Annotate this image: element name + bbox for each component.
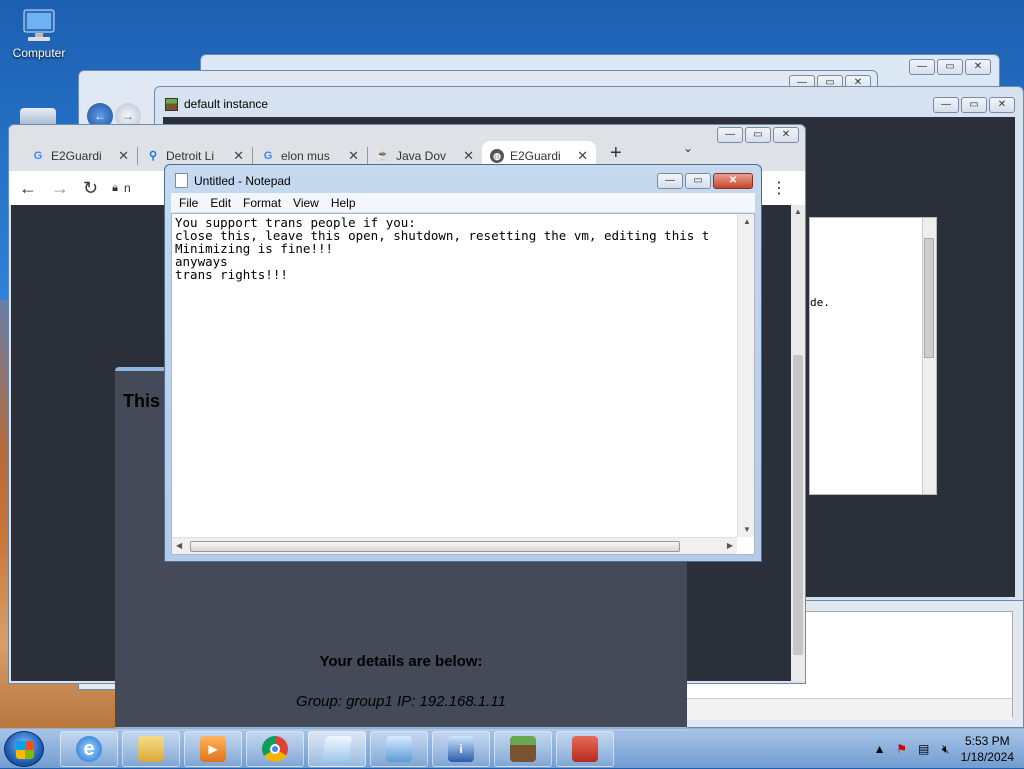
minecraft-window-title: default instance xyxy=(165,97,268,111)
notepad-title: Untitled - Notepad xyxy=(194,173,291,188)
notepad-icon xyxy=(175,173,188,188)
maximize-button[interactable]: ▭ xyxy=(685,173,711,189)
tab-e2guardian-1[interactable]: G E2Guardi ✕ xyxy=(23,141,137,171)
system-tray: ▲ ⚑ ▤ 🔇︎ 5:53 PM 1/18/2024 xyxy=(873,729,1014,769)
desktop-icon-label: Computer xyxy=(12,46,66,60)
close-tab-icon[interactable]: ✕ xyxy=(577,148,588,164)
scroll-left-arrow-icon[interactable]: ◀ xyxy=(176,541,182,550)
globe-icon: ◍ xyxy=(490,149,504,163)
page-heading: This xyxy=(123,391,161,411)
network-icon[interactable]: ▤ xyxy=(917,742,931,756)
close-button[interactable]: ✕ xyxy=(989,97,1015,113)
notepad-vertical-scrollbar[interactable]: ▲ ▼ xyxy=(737,214,754,537)
address-bar[interactable]: 🔒︎ n xyxy=(112,181,131,195)
taskbar-toolbox[interactable] xyxy=(556,731,614,767)
show-hidden-icons-icon[interactable]: ▲ xyxy=(873,742,887,756)
toolbox-icon xyxy=(572,736,598,762)
details-heading: Your details are below: xyxy=(319,653,483,670)
taskbar-file-explorer[interactable] xyxy=(122,731,180,767)
scroll-down-arrow-icon[interactable]: ▼ xyxy=(743,525,751,534)
close-button[interactable]: ✕ xyxy=(965,59,991,75)
folder-icon xyxy=(138,736,164,762)
taskbar-notepad[interactable] xyxy=(308,731,366,767)
notepad-title-bar: Untitled - Notepad xyxy=(175,173,291,188)
minecraft-window-controls: — ▭ ✕ xyxy=(933,97,1015,113)
scroll-thumb[interactable] xyxy=(924,238,934,358)
desktop-icon-computer[interactable]: Computer xyxy=(4,8,74,60)
notepad-menu-bar: File Edit Format View Help xyxy=(171,193,755,213)
menu-edit[interactable]: Edit xyxy=(204,196,237,210)
clock-time: 5:53 PM xyxy=(964,734,1010,748)
forward-arrow-icon[interactable]: → xyxy=(51,178,69,199)
computer-icon xyxy=(18,8,60,44)
scroll-thumb[interactable] xyxy=(190,541,680,552)
menu-file[interactable]: File xyxy=(173,196,204,210)
google-icon: G xyxy=(33,150,43,162)
background-window-controls: — ▭ ✕ xyxy=(909,59,991,75)
notepad-icon xyxy=(321,736,353,762)
menu-view[interactable]: View xyxy=(287,196,325,210)
close-tab-icon[interactable]: ✕ xyxy=(348,148,359,164)
back-arrow-icon[interactable]: ← xyxy=(19,178,37,199)
group-ip-text: Group: group1 IP: 192.168.1.11 xyxy=(296,693,506,710)
notepad-horizontal-scrollbar[interactable]: ◀ ▶ xyxy=(172,537,737,554)
notepad-window[interactable]: Untitled - Notepad — ▭ ✕ File Edit Forma… xyxy=(164,164,762,562)
clock[interactable]: 5:53 PM 1/18/2024 xyxy=(961,733,1014,765)
internet-explorer-icon: e xyxy=(76,736,102,762)
notepad-edit-area[interactable]: You support trans people if you: close t… xyxy=(171,213,755,555)
scroll-up-arrow-icon[interactable]: ▲ xyxy=(743,217,751,226)
minimize-button[interactable]: — xyxy=(657,173,683,189)
chrome-icon xyxy=(262,736,288,762)
taskbar-media-player[interactable]: ▶ xyxy=(184,731,242,767)
close-button[interactable]: ✕ xyxy=(713,173,753,189)
close-tab-icon[interactable]: ✕ xyxy=(463,148,474,164)
log-scrollbar[interactable] xyxy=(922,218,936,494)
minecraft-log-panel: de. xyxy=(809,217,937,495)
minecraft-icon xyxy=(510,736,536,762)
maximize-button[interactable]: ▭ xyxy=(961,97,987,113)
maximize-button[interactable]: ▭ xyxy=(937,59,963,75)
reload-icon[interactable]: ↻ xyxy=(83,178,98,199)
minecraft-icon xyxy=(165,97,178,111)
java-icon: ☕ xyxy=(376,150,390,162)
scroll-right-arrow-icon[interactable]: ▶ xyxy=(727,541,733,550)
address-text: n xyxy=(123,181,131,195)
close-tab-icon[interactable]: ✕ xyxy=(233,148,244,164)
action-center-flag-icon[interactable]: ⚑ xyxy=(895,742,909,756)
windows-logo-icon xyxy=(16,741,34,759)
page-scrollbar[interactable]: ▲ xyxy=(791,205,805,681)
volume-muted-icon[interactable]: 🔇︎ xyxy=(939,742,953,756)
lock-icon: 🔒︎ xyxy=(112,181,118,194)
taskbar: e ▶ i ▲ ⚑ ▤ 🔇︎ 5:53 PM 1/18/2024 xyxy=(0,728,1024,768)
menu-kebab-icon[interactable]: ⋮ xyxy=(771,178,787,198)
menu-format[interactable]: Format xyxy=(237,196,287,210)
tab-search-chevron-icon[interactable]: ⌄ xyxy=(683,141,693,155)
menu-help[interactable]: Help xyxy=(325,196,362,210)
log-text-fragment: de. xyxy=(810,296,830,309)
search-icon: ⚲ xyxy=(148,150,158,162)
scroll-up-arrow-icon[interactable]: ▲ xyxy=(794,207,802,216)
taskbar-info[interactable]: i xyxy=(432,731,490,767)
close-tab-icon[interactable]: ✕ xyxy=(118,148,129,164)
taskbar-minecraft[interactable] xyxy=(494,731,552,767)
taskbar-internet-explorer[interactable]: e xyxy=(60,731,118,767)
info-icon: i xyxy=(448,736,474,762)
minimize-button[interactable]: — xyxy=(909,59,935,75)
new-tab-button[interactable]: + xyxy=(610,142,622,165)
taskbar-chrome[interactable] xyxy=(246,731,304,767)
google-icon: G xyxy=(263,150,273,162)
notepad-window-controls: — ▭ ✕ xyxy=(657,173,753,189)
scroll-thumb[interactable] xyxy=(793,355,803,655)
taskbar-control-panel[interactable] xyxy=(370,731,428,767)
media-player-icon: ▶ xyxy=(200,736,226,762)
clock-date: 1/18/2024 xyxy=(960,750,1014,764)
notepad-text[interactable]: You support trans people if you: close t… xyxy=(175,216,736,536)
minimize-button[interactable]: — xyxy=(933,97,959,113)
start-button[interactable] xyxy=(4,731,44,767)
control-panel-icon xyxy=(386,736,412,762)
